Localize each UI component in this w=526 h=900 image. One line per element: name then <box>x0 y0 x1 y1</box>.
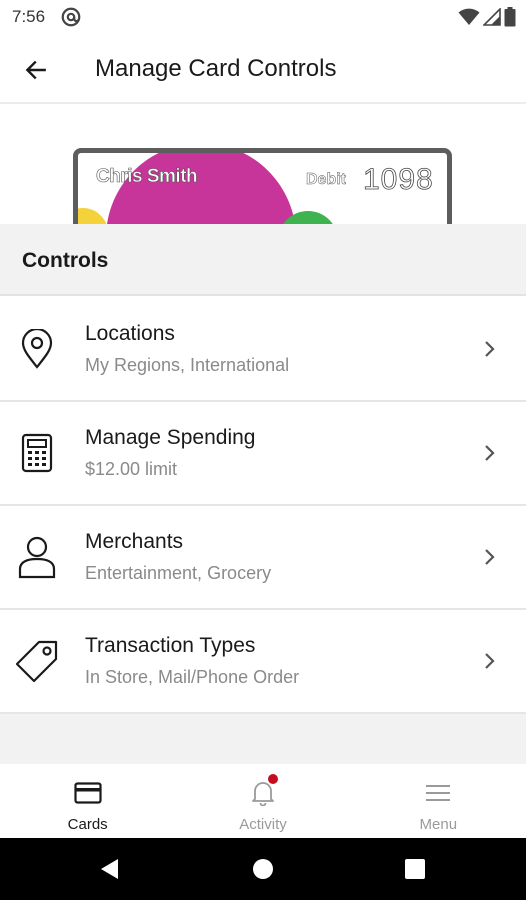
list-item-manage-spending[interactable]: Manage Spending $12.00 limit <box>0 402 526 506</box>
list-item-title: Merchants <box>85 530 184 553</box>
card-holder-name: Chris Smith <box>96 166 198 188</box>
list-item-title: Locations <box>85 322 175 345</box>
back-button[interactable] <box>18 52 54 88</box>
chevron-right-icon <box>485 341 495 357</box>
chevron-right-icon <box>485 549 495 565</box>
debit-card[interactable]: Chris Smith Debit 1098 <box>73 148 452 224</box>
calculator-icon <box>14 430 60 476</box>
home-circle-icon[interactable] <box>249 855 277 883</box>
list-item-subtitle: My Regions, International <box>85 355 290 375</box>
nav-tab-menu[interactable]: Menu <box>351 764 526 838</box>
list-footer-space <box>0 714 526 764</box>
list-item-subtitle: Entertainment, Grocery <box>85 563 272 583</box>
at-sign-icon <box>61 7 81 27</box>
list-item-locations[interactable]: Locations My Regions, International <box>0 298 526 402</box>
section-title: Controls <box>22 249 109 272</box>
nav-label: Cards <box>67 816 108 833</box>
list-item-subtitle: In Store, Mail/Phone Order <box>85 667 300 687</box>
list-item-subtitle: $12.00 limit <box>85 459 178 479</box>
tag-icon <box>14 638 60 684</box>
signal-icon <box>483 8 501 26</box>
bottom-nav: Cards Activity Menu <box>0 764 526 838</box>
card-icon <box>73 780 103 806</box>
controls-list: Locations My Regions, International Mana… <box>0 298 526 714</box>
chevron-right-icon <box>485 445 495 461</box>
nav-label: Menu <box>419 816 458 833</box>
location-pin-icon <box>14 326 60 372</box>
page-title: Manage Card Controls <box>95 55 337 82</box>
notification-badge <box>267 774 278 784</box>
status-time: 7:56 <box>12 7 46 26</box>
card-preview-area: Chris Smith Debit 1098 <box>0 106 526 224</box>
status-bar: 7:56 <box>0 0 526 34</box>
bell-icon <box>248 774 278 806</box>
system-nav-bar <box>0 838 526 900</box>
back-triangle-icon[interactable] <box>96 855 124 883</box>
card-art-yellow <box>78 208 108 224</box>
nav-tab-cards[interactable]: Cards <box>0 764 175 838</box>
nav-label: Activity <box>239 816 287 833</box>
list-item-transaction-types[interactable]: Transaction Types In Store, Mail/Phone O… <box>0 610 526 714</box>
app-bar: Manage Card Controls <box>0 34 526 104</box>
recents-square-icon[interactable] <box>401 855 429 883</box>
chevron-right-icon <box>485 653 495 669</box>
card-last4: 1098 <box>363 163 434 197</box>
list-item-merchants[interactable]: Merchants Entertainment, Grocery <box>0 506 526 610</box>
wifi-icon <box>458 8 480 25</box>
list-item-title: Transaction Types <box>85 634 256 657</box>
controls-header: Controls <box>0 224 526 296</box>
person-icon <box>14 534 60 580</box>
list-item-title: Manage Spending <box>85 426 256 449</box>
nav-tab-activity[interactable]: Activity <box>175 764 350 838</box>
hamburger-menu-icon <box>423 780 453 806</box>
battery-icon <box>504 7 516 27</box>
card-type: Debit <box>306 171 347 189</box>
status-icons <box>458 7 516 27</box>
arrow-left-icon <box>25 60 46 80</box>
